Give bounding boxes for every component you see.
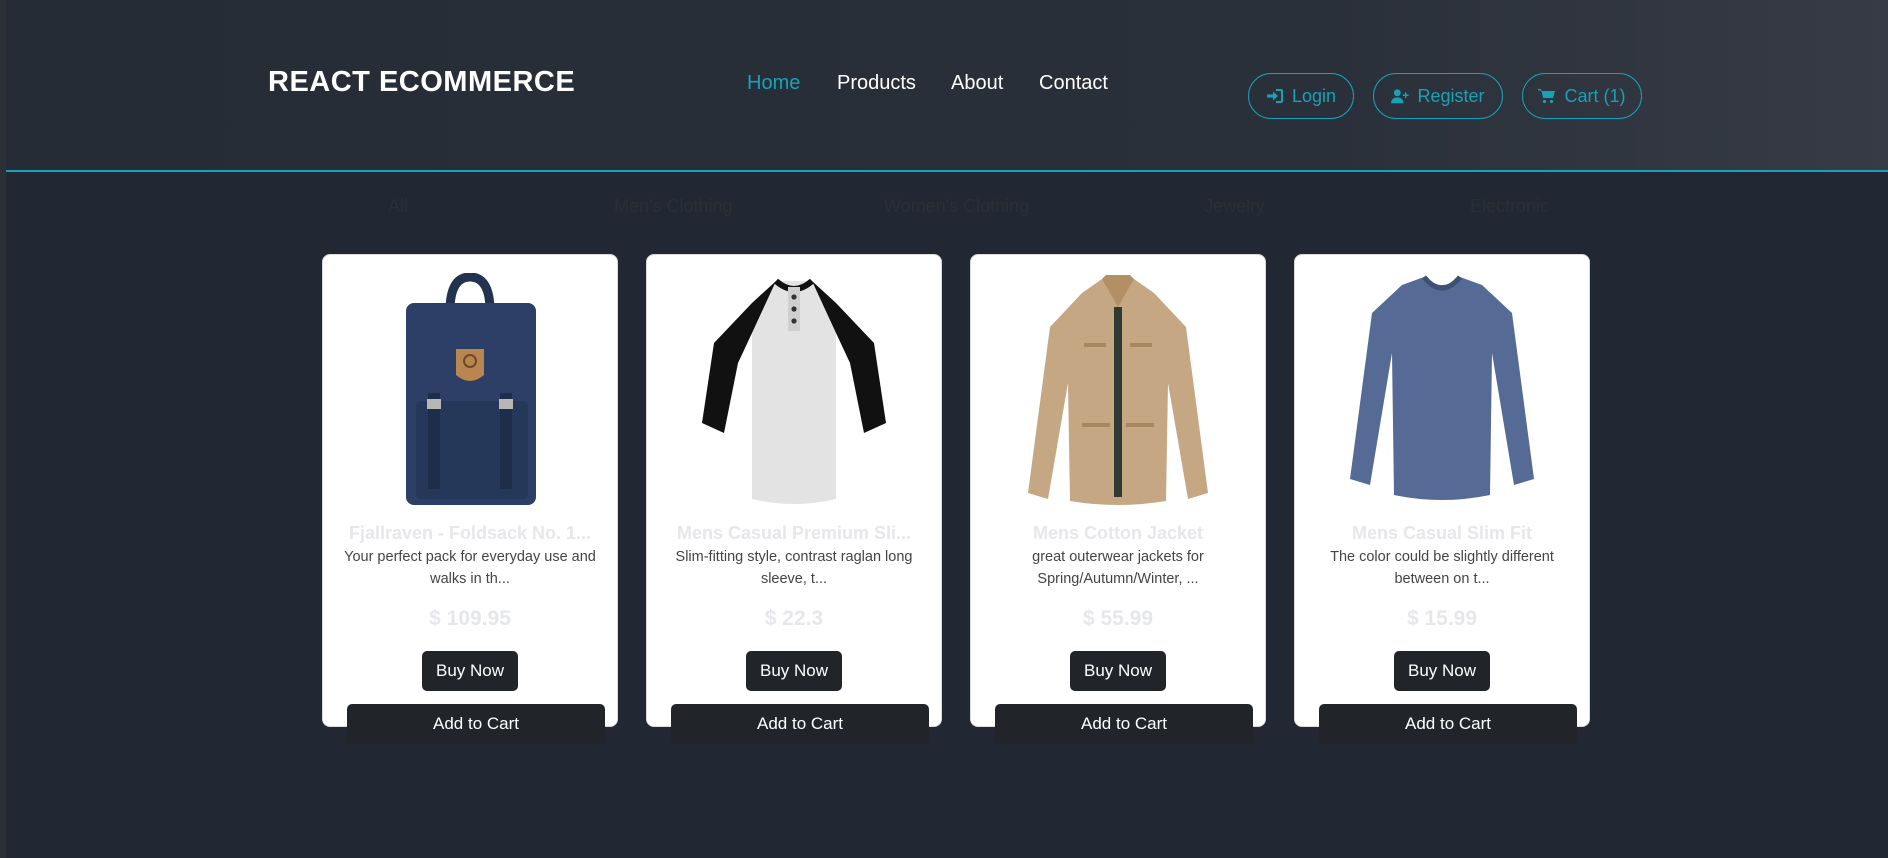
cart-button[interactable]: Cart (1) <box>1522 73 1642 119</box>
brand-logo[interactable]: REACT ECOMMERCE <box>268 66 575 99</box>
login-label: Login <box>1291 85 1337 106</box>
nav-link-contact[interactable]: Contact <box>1039 72 1108 95</box>
long-sleeve-shirt-image <box>1350 275 1534 500</box>
register-label: Register <box>1417 85 1485 106</box>
category-filters: All Men's Clothing Women's Clothing Jewe… <box>0 196 1888 220</box>
product-title: Mens Cotton Jacket <box>1032 523 1204 543</box>
product-price: $ 22.3 <box>764 607 824 630</box>
product-card: Mens Casual Slim Fit The color could be … <box>1294 254 1590 744</box>
product-card: Fjallraven - Foldsack No. 1... Your perf… <box>322 254 618 744</box>
navbar: REACT ECOMMERCE Home Products About Cont… <box>6 0 1888 172</box>
buy-now-button[interactable]: Buy Now <box>1394 651 1490 691</box>
raglan-shirt-image <box>702 278 886 504</box>
add-to-cart-button[interactable]: Add to Cart <box>1319 704 1577 744</box>
buy-now-button[interactable]: Buy Now <box>422 651 518 691</box>
sign-in-icon <box>1266 89 1283 103</box>
add-to-cart-button[interactable]: Add to Cart <box>671 704 929 744</box>
product-card: Mens Casual Premium Sli... Slim-fitting … <box>646 254 942 744</box>
product-description: The color could be slightly different be… <box>1330 549 1554 587</box>
product-price: $ 15.99 <box>1406 607 1478 630</box>
product-description: great outerwear jackets for Spring/Autum… <box>1032 549 1204 587</box>
nav-link-about[interactable]: About <box>951 72 1003 95</box>
product-price: $ 109.95 <box>429 607 511 630</box>
product-card: Mens Cotton Jacket great outerwear jacke… <box>970 254 1266 744</box>
filter-womens-clothing[interactable]: Women's Clothing <box>884 196 1029 217</box>
product-price: $ 55.99 <box>1082 607 1154 630</box>
cart-label: Cart (1) <box>1564 85 1626 106</box>
add-to-cart-button[interactable]: Add to Cart <box>347 704 605 744</box>
product-description: Your perfect pack for everyday use and w… <box>344 549 596 587</box>
filter-electronic[interactable]: Electronic <box>1470 196 1549 217</box>
nav-link-home[interactable]: Home <box>747 72 800 95</box>
product-title: Mens Casual Premium Sli... <box>676 523 912 543</box>
filter-all[interactable]: All <box>388 196 408 217</box>
nav-link-products[interactable]: Products <box>837 72 916 95</box>
filter-mens-clothing[interactable]: Men's Clothing <box>614 196 733 217</box>
shopping-cart-icon <box>1538 89 1556 104</box>
add-to-cart-button[interactable]: Add to Cart <box>995 704 1253 744</box>
jacket-image <box>1028 275 1208 505</box>
filter-jewelry[interactable]: Jewelry <box>1204 196 1265 217</box>
product-title: Fjallraven - Foldsack No. 1... <box>348 523 592 543</box>
product-description: Slim-fitting style, contrast raglan long… <box>675 549 913 587</box>
user-plus-icon <box>1391 89 1410 104</box>
login-button[interactable]: Login <box>1248 73 1354 119</box>
buy-now-button[interactable]: Buy Now <box>1070 651 1166 691</box>
backpack-image <box>406 273 536 505</box>
register-button[interactable]: Register <box>1373 73 1503 119</box>
product-title: Mens Casual Slim Fit <box>1351 523 1533 543</box>
buy-now-button[interactable]: Buy Now <box>746 651 842 691</box>
